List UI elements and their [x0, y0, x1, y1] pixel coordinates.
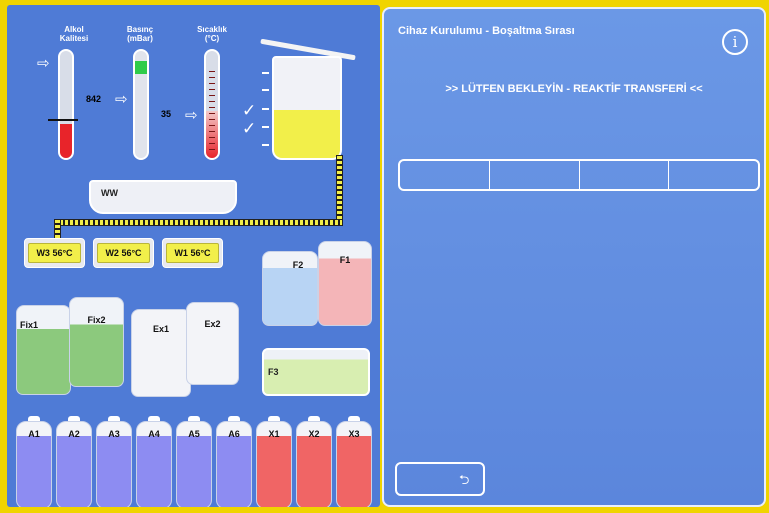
reagent-bottle-a3: A3 [96, 421, 132, 507]
wax-station-w3: W3 56°C [24, 238, 85, 268]
bottle-ex1-label: Ex1 [152, 324, 169, 334]
progress-segment [490, 161, 580, 189]
return-arrow-icon: ⮌ [459, 472, 470, 487]
wax-station-label: W3 56°C [36, 248, 73, 258]
bottle-ex2: Ex2 [186, 302, 239, 385]
bottle-f1-label: F1 [339, 255, 351, 265]
transfer-progress-bar [398, 159, 760, 191]
temperature-gauge [204, 49, 220, 160]
reagent-bottle-a2: A2 [56, 421, 92, 507]
status-panel: Cihaz Kurulumu - Boşaltma Sırası i >> LÜ… [382, 7, 766, 507]
temperature-pointer-icon: ⇨ [185, 107, 198, 124]
reagent-bottle-x1: X1 [256, 421, 292, 507]
reagent-bottle-label: X2 [308, 429, 320, 439]
check-icon: ✓ [242, 119, 257, 138]
alcohol-pointer-icon: ⇨ [37, 55, 50, 72]
temperature-gauge-label: Sıcaklık (°C) [187, 25, 237, 43]
temperature-scale [209, 71, 215, 151]
bottle-f3: F3 [262, 348, 370, 396]
pressure-label-line2: (mBar) [127, 34, 153, 43]
reagent-bottle-a6: A6 [216, 421, 252, 507]
alcohol-gauge [58, 49, 74, 160]
bottle-fix2-label: Fix2 [87, 315, 106, 325]
wax-station-w1: W1 56°C [162, 238, 223, 268]
transfer-line [54, 219, 61, 240]
back-button[interactable]: ⮌ [395, 462, 485, 496]
alcohol-label-line2: Kalitesi [59, 34, 89, 43]
reagent-bottle-x3: X3 [336, 421, 372, 507]
reagent-bottle-label: A3 [108, 429, 120, 439]
check-icon: ✓ [242, 101, 257, 120]
transfer-line [336, 155, 343, 226]
pressure-gauge [133, 49, 149, 160]
temperature-label-line1: Sıcaklık [197, 25, 227, 34]
screen-frame: Alkol Kalitesi Basınç (mBar) Sıcaklık (°… [0, 0, 769, 513]
panel-title: Cihaz Kurulumu - Boşaltma Sırası [398, 25, 575, 37]
retort-level-mark [262, 72, 269, 74]
transfer-line [54, 219, 343, 226]
progress-segment [400, 161, 490, 189]
reagent-bottle-label: A5 [188, 429, 200, 439]
pressure-gauge-fill [135, 61, 147, 74]
bottle-f1: F1 [318, 241, 372, 326]
wax-station-label: W2 56°C [105, 248, 142, 258]
retort [272, 56, 342, 160]
alcohol-threshold-line [48, 119, 78, 121]
progress-segment [580, 161, 670, 189]
reagent-bottle-label: A6 [228, 429, 240, 439]
pressure-pointer-icon: ⇨ [115, 91, 128, 108]
alcohol-label-line1: Alkol [64, 25, 84, 34]
bottle-ex2-label: Ex2 [204, 319, 221, 329]
retort-fill [274, 110, 340, 158]
instrument-overview: Alkol Kalitesi Basınç (mBar) Sıcaklık (°… [7, 5, 380, 507]
bottle-fix1-label: Fix1 [20, 320, 39, 330]
reagent-bottle-label: A4 [148, 429, 160, 439]
wax-bath-label: WW [101, 188, 118, 198]
pressure-gauge-label: Basınç (mBar) [115, 25, 165, 43]
retort-level-mark [262, 126, 269, 128]
retort-level-mark [262, 108, 269, 110]
transfer-status-message: >> LÜTFEN BEKLEYİN - REAKTİF TRANSFERİ <… [445, 83, 703, 95]
wax-station-label: W1 56°C [174, 248, 211, 258]
retort-level-mark [262, 89, 269, 91]
pressure-label-line1: Basınç [126, 25, 154, 34]
reagent-bottle-label: X3 [348, 429, 360, 439]
reagent-bottle-a5: A5 [176, 421, 212, 507]
bottle-f2: F2 [262, 251, 318, 326]
reagent-bottle-label: A1 [28, 429, 40, 439]
temperature-label-line2: (°C) [204, 34, 220, 43]
retort-level-mark [262, 144, 269, 146]
reagent-bottle-a1: A1 [16, 421, 52, 507]
bottle-f2-label: F2 [292, 260, 304, 270]
bottle-fix2: Fix2 [69, 297, 124, 387]
reagent-bottle-label: A2 [68, 429, 80, 439]
alcohol-value: 842 [86, 94, 102, 104]
progress-segment [669, 161, 758, 189]
wax-station-w2: W2 56°C [93, 238, 154, 268]
bottle-ex1: Ex1 [131, 309, 191, 397]
bottle-fix1: Fix1 [16, 305, 71, 395]
wax-bath: WW [89, 180, 237, 214]
reagent-bottle-x2: X2 [296, 421, 332, 507]
info-icon[interactable]: i [722, 29, 748, 55]
reagent-bottle-a4: A4 [136, 421, 172, 507]
bottle-f3-label: F3 [268, 367, 279, 377]
alcohol-gauge-fill [60, 124, 72, 158]
pressure-value: 35 [161, 109, 172, 119]
alcohol-gauge-label: Alkol Kalitesi [49, 25, 99, 43]
reagent-bottle-label: X1 [268, 429, 280, 439]
